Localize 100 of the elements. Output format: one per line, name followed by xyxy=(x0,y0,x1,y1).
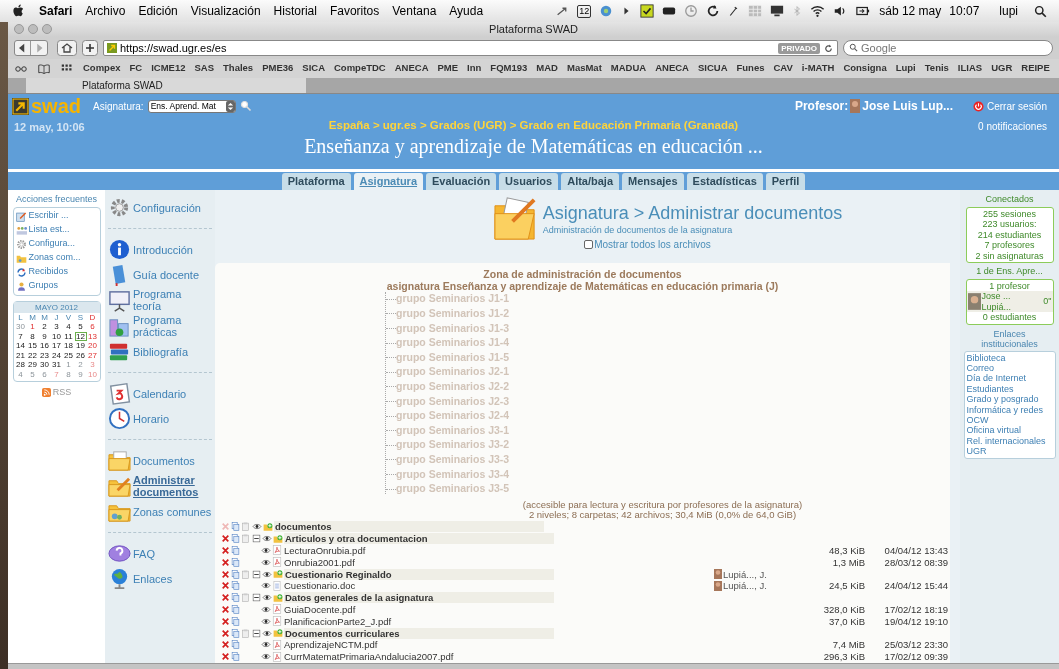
menu-link[interactable]: Calendario xyxy=(108,382,212,405)
menu-item[interactable]: Historial xyxy=(273,2,317,20)
collapse-icon[interactable] xyxy=(252,534,261,544)
calendar-day[interactable]: 6 xyxy=(86,322,99,332)
clipboard-icon[interactable] xyxy=(241,593,250,603)
add-bookmark-button[interactable] xyxy=(82,40,98,56)
clock-icon[interactable] xyxy=(684,4,699,18)
collapse-icon[interactable] xyxy=(252,628,261,638)
eye-icon[interactable] xyxy=(261,640,271,650)
calendar-day[interactable]: 19 xyxy=(74,341,87,351)
institutional-link[interactable]: Biblioteca xyxy=(966,352,1053,363)
calendar-day[interactable]: 1 xyxy=(26,322,39,332)
bookmark-link[interactable]: ANECA xyxy=(655,61,689,76)
eye-icon[interactable] xyxy=(261,557,271,567)
calendar-day[interactable]: 31 xyxy=(50,360,63,370)
calendar-day[interactable]: 20 xyxy=(86,341,99,351)
bookmark-link[interactable]: FQM193 xyxy=(490,61,528,76)
address-field[interactable]: https://swad.ugr.es/es PRIVADO xyxy=(103,40,838,56)
bookmark-link[interactable]: MasMat xyxy=(566,61,602,76)
eye-icon[interactable] xyxy=(262,628,272,638)
calendar-day[interactable]: 13 xyxy=(86,331,99,341)
folder-name[interactable]: Articulos y otra documentacion xyxy=(284,533,554,545)
bookmark-link[interactable]: Funes xyxy=(736,61,765,76)
calendar-day[interactable]: 21 xyxy=(14,350,27,360)
eye-icon[interactable] xyxy=(261,546,271,555)
book-icon[interactable] xyxy=(37,62,51,75)
action-link[interactable]: Configura... xyxy=(15,237,98,251)
search-icon[interactable] xyxy=(1034,4,1047,18)
clipboard-icon[interactable] xyxy=(241,534,250,544)
menu-link[interactable]: Guía docente xyxy=(108,263,212,286)
cross-icon[interactable] xyxy=(221,652,230,662)
calendar-day[interactable]: 27 xyxy=(86,350,99,360)
file-link[interactable]: LecturaOnrubia.pdf xyxy=(283,545,553,556)
menu-item[interactable]: Edición xyxy=(138,2,178,20)
bookmark-link[interactable]: Lupi xyxy=(895,61,916,76)
calendar-day[interactable]: 24 xyxy=(50,350,63,360)
nav-tab[interactable]: Perfil xyxy=(765,173,806,190)
calendar-day[interactable]: 4 xyxy=(62,322,75,332)
search-box[interactable]: Google xyxy=(843,40,1053,56)
clipboard-icon[interactable] xyxy=(241,628,250,638)
bookmark-link[interactable]: CompeTDC xyxy=(334,61,386,76)
eye-icon[interactable] xyxy=(261,616,271,626)
eye-icon[interactable] xyxy=(262,534,272,544)
bookmark-link[interactable]: Tenis xyxy=(924,61,949,76)
action-link[interactable]: Lista est... xyxy=(15,223,98,237)
clipboard-icon[interactable] xyxy=(241,569,250,579)
calendar-day[interactable]: 29 xyxy=(26,360,39,370)
course-select[interactable]: Ens. Aprend. Mat xyxy=(147,99,236,113)
cross-icon[interactable] xyxy=(221,616,230,626)
bookmark-link[interactable]: i-MATH xyxy=(801,61,835,76)
bookmark-link[interactable]: ICME12 xyxy=(151,61,186,76)
bookmark-link[interactable]: MADUA xyxy=(610,61,647,76)
calendar-day[interactable]: 11 xyxy=(62,331,75,341)
app-menu[interactable]: Safari xyxy=(39,2,73,20)
cross-icon[interactable] xyxy=(221,569,230,579)
calendar-day[interactable]: 17 xyxy=(50,341,63,351)
bookmark-link[interactable]: UGR xyxy=(991,61,1013,76)
menu-item[interactable]: Ventana xyxy=(392,2,437,20)
calendar-day[interactable]: 26 xyxy=(74,350,87,360)
calendar-day[interactable]: 30 xyxy=(38,360,51,370)
menu-link[interactable]: Administrar documentos xyxy=(108,474,212,498)
user-name[interactable]: lupi xyxy=(999,2,1018,20)
bookmark-link[interactable]: SICUA xyxy=(697,61,728,76)
cross-icon[interactable] xyxy=(221,557,230,567)
action-link[interactable]: Escribir ... xyxy=(15,209,98,223)
institutional-link[interactable]: UGR xyxy=(966,446,1053,457)
bookmark-link[interactable]: Thales xyxy=(223,61,254,76)
calendar-day[interactable]: 23 xyxy=(38,350,51,360)
bookmark-link[interactable]: ILIAS xyxy=(957,61,983,76)
institutional-link[interactable]: Grado y posgrado xyxy=(966,394,1053,405)
power-icon[interactable] xyxy=(972,100,984,112)
collapse-icon[interactable] xyxy=(252,593,261,603)
menu-link[interactable]: Programa prácticas xyxy=(108,314,212,338)
user-last-name[interactable]: Lupiá... xyxy=(981,301,1044,312)
institutional-link[interactable]: Informática y redes xyxy=(966,404,1053,415)
eye-icon[interactable] xyxy=(261,652,271,662)
eye-icon[interactable] xyxy=(261,581,271,591)
menu-link[interactable]: Programa teoría xyxy=(108,288,212,312)
calendar-day[interactable]: 16 xyxy=(38,341,51,351)
calendar-badge[interactable]: 12 xyxy=(577,4,592,18)
bookmark-link[interactable]: REIPE xyxy=(1021,61,1050,76)
menu-item[interactable]: Archivo xyxy=(85,2,126,20)
monitor-icon[interactable] xyxy=(770,4,785,18)
checkmark-icon[interactable] xyxy=(640,4,655,18)
calendar-day[interactable]: 8 xyxy=(26,331,39,341)
folder-name[interactable]: documentos xyxy=(274,521,544,533)
bookmark-link[interactable]: Consigna xyxy=(843,61,887,76)
menu-item[interactable]: Favoritos xyxy=(329,2,380,20)
calendar-day[interactable]: 3 xyxy=(50,322,63,332)
home-button[interactable] xyxy=(57,40,77,56)
file-link[interactable]: Onrubia2001.pdf xyxy=(283,556,553,568)
cross-icon[interactable] xyxy=(221,628,230,638)
menu-link[interactable]: Documentos xyxy=(108,449,212,472)
nav-tab[interactable]: Alta/baja xyxy=(561,173,620,190)
calendar-day[interactable]: 10 xyxy=(50,331,63,341)
menu-link[interactable]: Horario xyxy=(108,407,212,430)
calendar-day[interactable]: 15 xyxy=(26,341,39,351)
file-link[interactable]: CurrMatematPrimariaAndalucia2007.pdf xyxy=(283,651,553,663)
bookmark-link[interactable]: PME xyxy=(437,61,459,76)
nav-tab[interactable]: Plataforma xyxy=(281,173,351,190)
